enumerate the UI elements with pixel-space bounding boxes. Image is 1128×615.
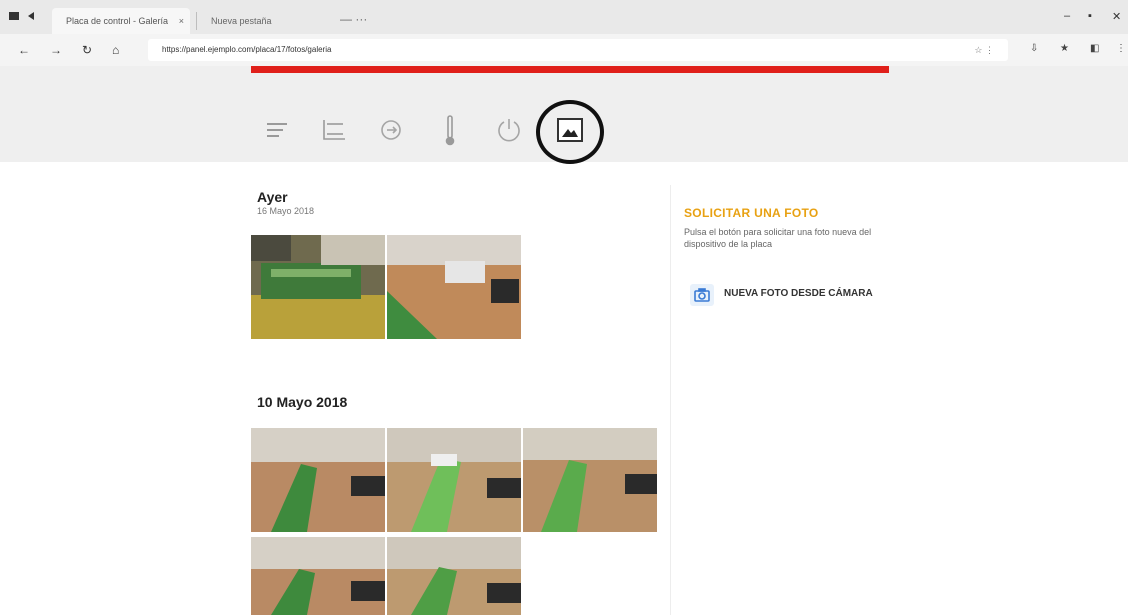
address-actions[interactable]: ☆ ⋮ [974, 39, 994, 61]
bookmark-icon[interactable]: ★ [1060, 43, 1069, 54]
group-date: 16 Mayo 2018 [257, 206, 315, 216]
minimize-button[interactable]: – [1064, 10, 1070, 22]
tab-close-icon[interactable]: × [179, 8, 184, 34]
forward-icon[interactable]: → [50, 43, 62, 57]
browser-back-tab-icon[interactable] [26, 9, 38, 21]
column-divider [670, 185, 671, 615]
request-title: SOLICITAR UNA FOTO [684, 206, 819, 220]
extension-icon[interactable]: ⇩ [1030, 43, 1038, 54]
new-tab-button[interactable]: — ··· [340, 12, 367, 26]
maximize-button[interactable]: ▪ [1088, 10, 1092, 22]
browser-menu-icon[interactable] [8, 9, 20, 21]
photo-thumbnail[interactable] [251, 235, 385, 339]
power-icon[interactable] [495, 116, 523, 144]
tab-secondary[interactable]: Nueva pestaña [196, 12, 326, 30]
address-bar[interactable]: https://panel.ejemplo.com/placa/17/fotos… [148, 39, 1008, 61]
photo-thumbnail[interactable] [387, 235, 521, 339]
request-photo-label: NUEVA FOTO DESDE CÁMARA [724, 288, 873, 299]
back-icon[interactable]: ← [18, 43, 30, 57]
browser-tab-strip: Placa de control - Galería × Nueva pesta… [0, 0, 1128, 34]
logout-icon[interactable] [377, 116, 405, 144]
request-description: Pulsa el botón para solicitar una foto n… [684, 227, 872, 249]
request-photo-panel: SOLICITAR UNA FOTO Pulsa el botón para s… [684, 206, 944, 306]
app-header [0, 66, 1128, 164]
tab-title: Nueva pestaña [211, 16, 272, 26]
group-title: 10 Mayo 2018 [257, 394, 348, 410]
image-icon[interactable] [556, 116, 584, 144]
thermometer-icon[interactable] [436, 115, 464, 146]
group-header-2: 10 Mayo 2018 [257, 394, 347, 410]
reload-icon[interactable]: ↻ [82, 43, 92, 57]
close-window-button[interactable]: ✕ [1112, 10, 1121, 23]
browser-menu-icon[interactable]: ⋮ [1116, 43, 1126, 54]
photo-thumbnail[interactable] [387, 428, 521, 532]
photo-thumbnail[interactable] [387, 537, 521, 615]
home-icon[interactable]: ⌂ [112, 43, 119, 57]
tab-title: Placa de control - Galería [66, 16, 169, 26]
camera-icon [690, 284, 714, 306]
tab-active[interactable]: Placa de control - Galería × [52, 8, 190, 34]
address-text: https://panel.ejemplo.com/placa/17/fotos… [162, 45, 332, 54]
account-icon[interactable]: ◧ [1090, 43, 1099, 54]
browser-navbar: ← → ↻ ⌂ https://panel.ejemplo.com/placa/… [0, 34, 1128, 66]
chart-icon[interactable] [320, 116, 348, 144]
group-header-1: Ayer 16 Mayo 2018 [257, 189, 314, 216]
list-icon[interactable] [263, 116, 291, 144]
group-title: Ayer [257, 189, 288, 205]
photo-thumbnail[interactable] [523, 428, 657, 532]
request-photo-button[interactable]: NUEVA FOTO DESDE CÁMARA [684, 282, 924, 322]
progress-bar [251, 66, 889, 73]
photo-thumbnail[interactable] [251, 428, 385, 532]
photo-thumbnail[interactable] [251, 537, 385, 615]
